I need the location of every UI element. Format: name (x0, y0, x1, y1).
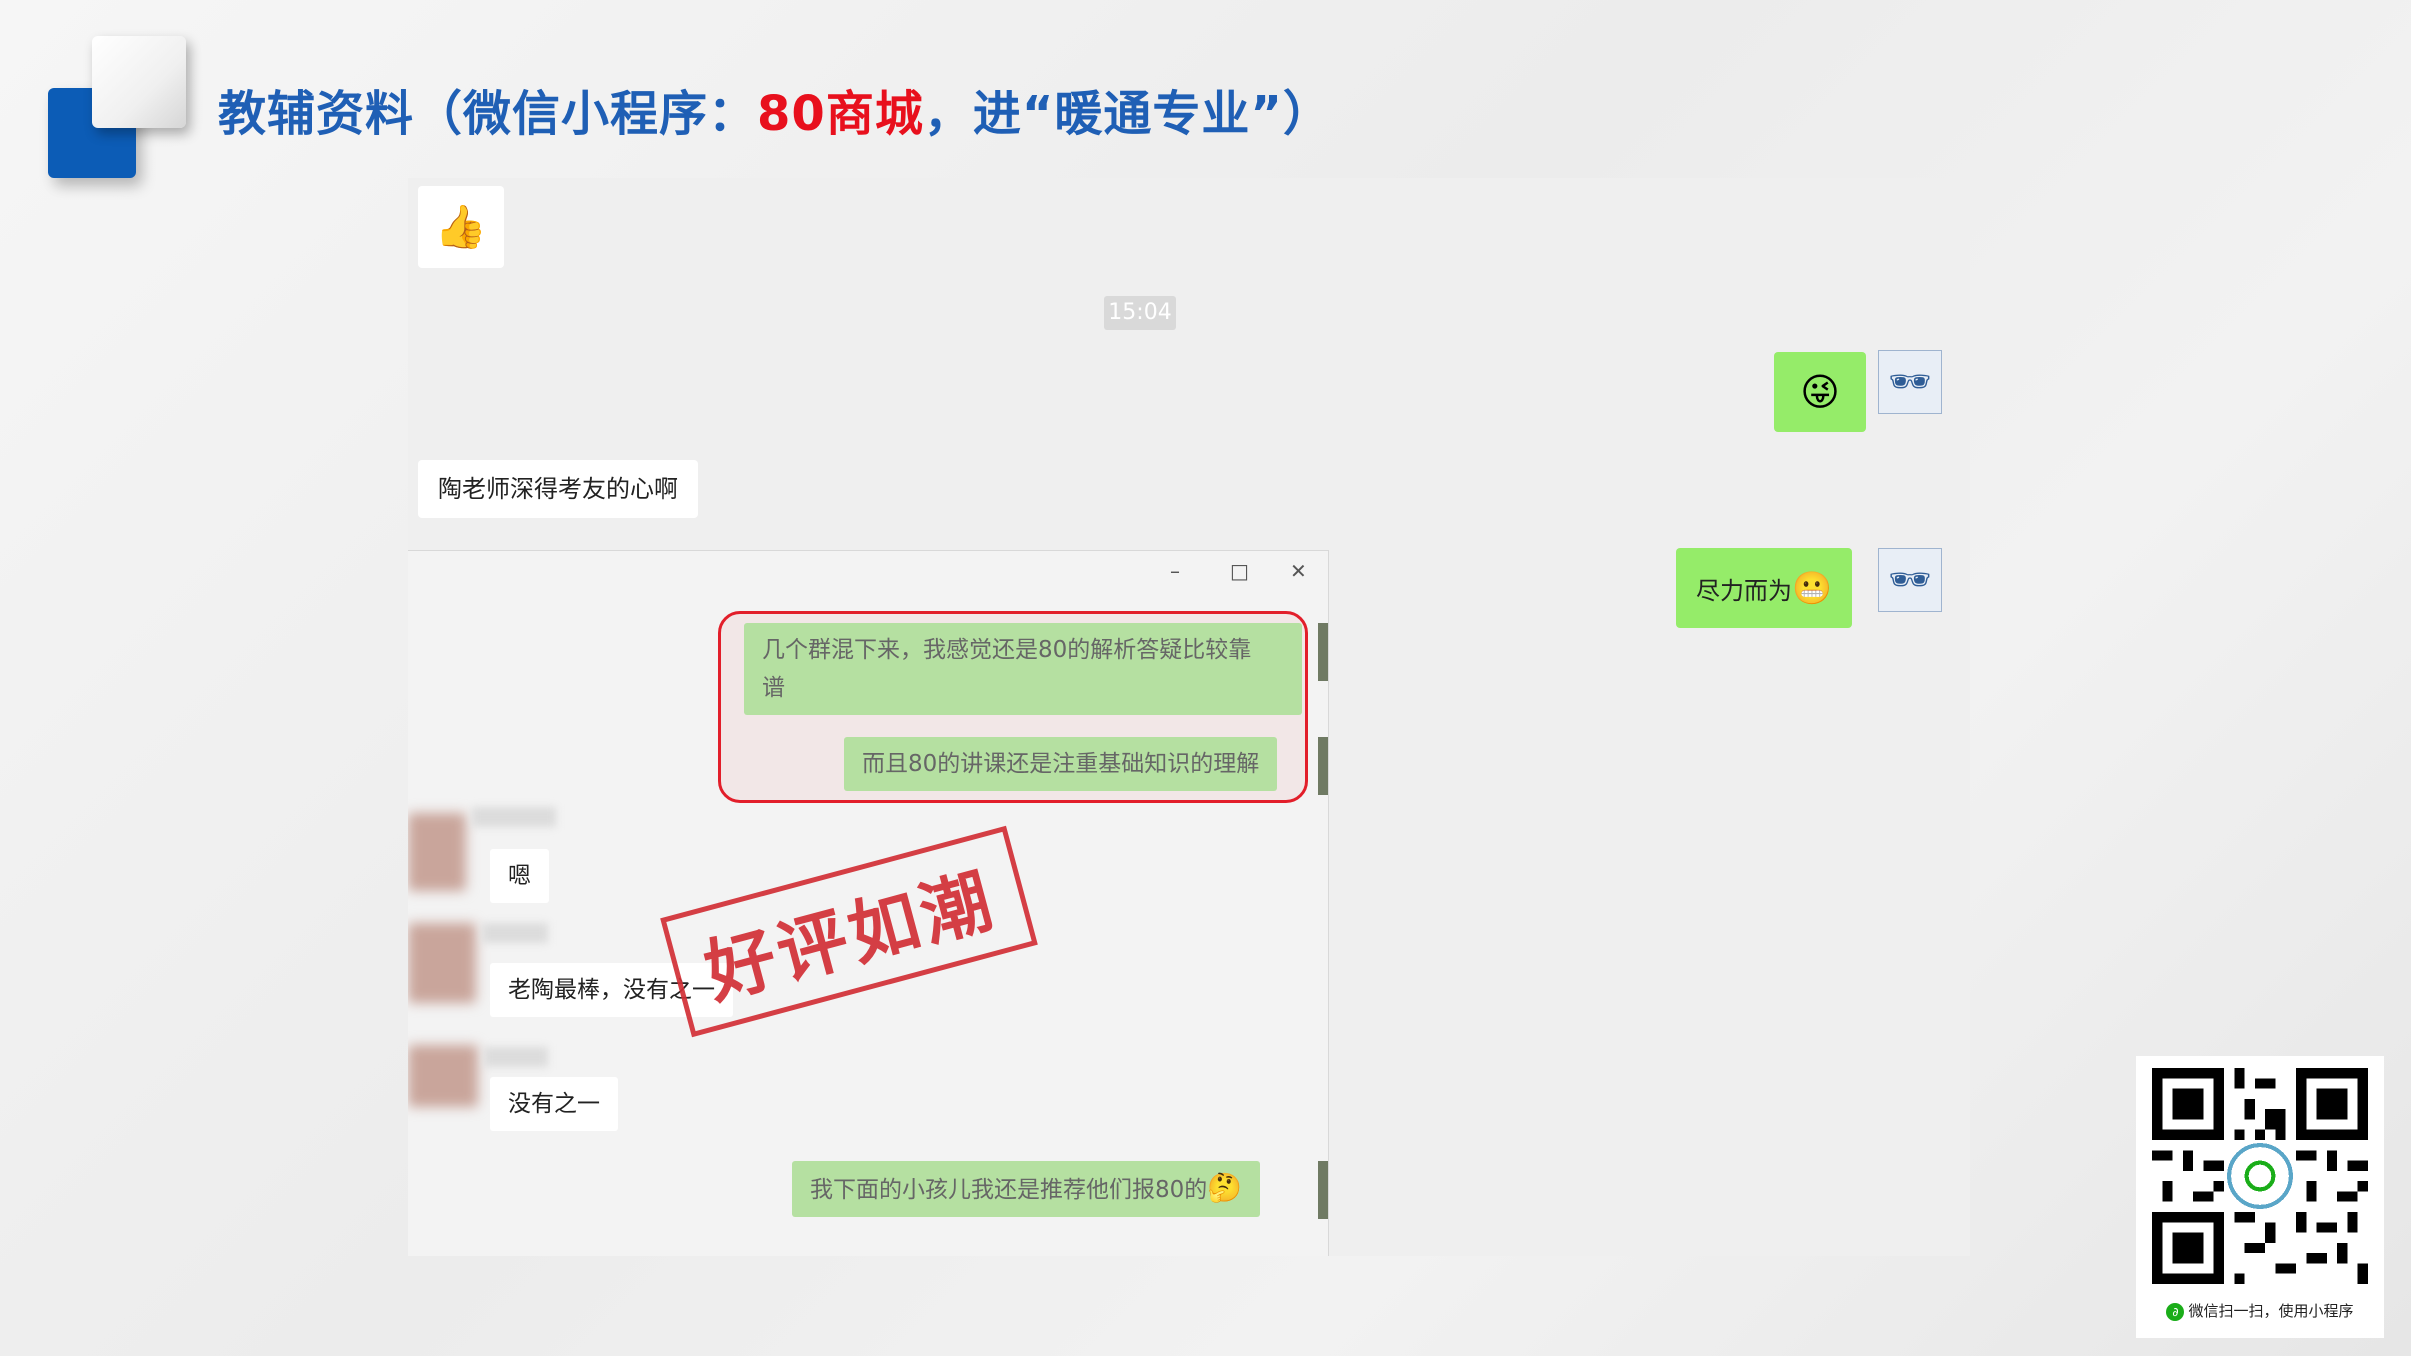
blurred-name-1 (472, 807, 556, 827)
thinking-emoji-icon: 🤔 (1207, 1171, 1243, 1204)
blurred-avatar-2 (408, 923, 476, 1003)
message-marker (1318, 623, 1328, 681)
my-emoji-message: 😜 (1774, 352, 1866, 432)
my-avatar[interactable]: 🕶 (1878, 350, 1942, 414)
inner-white-message-3: 没有之一 (490, 1077, 618, 1131)
maximize-button[interactable]: □ (1230, 559, 1249, 583)
wink-emoji-icon: 😜 (1800, 370, 1840, 414)
inner-white-message-1: 嗯 (490, 849, 549, 903)
grin-emoji-icon: 😬 (1792, 569, 1832, 607)
my-avatar-2[interactable]: 🕶 (1878, 548, 1942, 612)
blurred-name-3 (484, 1047, 548, 1067)
blurred-name-2 (482, 923, 548, 943)
message-marker (1318, 1161, 1328, 1219)
title-highlight: 80商城 (757, 86, 924, 142)
message-me-2: 尽力而为😬 (1676, 548, 1852, 628)
qr-caption: ∂ 微信扫一扫，使用小程序 (2136, 1300, 2384, 1321)
title-part2: ，进“暖通专业”） (923, 86, 1332, 142)
mini-program-qr[interactable]: ∂ 微信扫一扫，使用小程序 (2136, 1056, 2384, 1338)
avatar-icon-2: 🕶 (1888, 560, 1932, 600)
logo-white-square (92, 36, 186, 128)
minimize-button[interactable]: – (1170, 559, 1180, 583)
inner-green-message-1: 几个群混下来，我感觉还是80的解析答疑比较靠 谱 (744, 623, 1302, 715)
thumbs-up-message: 👍 (418, 186, 504, 268)
inner-green-message-1-line1: 几个群混下来，我感觉还是80的解析答疑比较靠 (762, 637, 1252, 663)
inner-green-message-3-text: 我下面的小孩儿我还是推荐他们报80的 (810, 1177, 1208, 1203)
mini-program-icon: ∂ (2166, 1302, 2185, 1321)
chat-screenshot: 👍 15:04 😜 🕶 陶老师深得考友的心啊 尽力而为😬 🕶 – □ ✕ 几个群… (408, 178, 1970, 1256)
message-me-2-text: 尽力而为 (1696, 577, 1792, 605)
message-timestamp: 15:04 (1104, 296, 1176, 330)
inner-green-message-3: 我下面的小孩儿我还是推荐他们报80的🤔 (792, 1161, 1261, 1217)
header-logo (48, 36, 188, 181)
thumbs-up-icon: 👍 (434, 202, 488, 251)
page-title: 教辅资料（微信小程序：80商城，进“暖通专业”） (218, 74, 1332, 144)
blurred-avatar-3 (408, 1045, 478, 1107)
inner-green-message-1-line2: 谱 (762, 675, 785, 701)
title-part1: 教辅资料（微信小程序： (218, 86, 758, 142)
avatar-icon: 🕶 (1888, 362, 1932, 402)
close-button[interactable]: ✕ (1290, 559, 1307, 583)
qr-code-icon (2152, 1068, 2368, 1284)
qr-caption-text: 微信扫一扫，使用小程序 (2188, 1302, 2354, 1320)
blurred-avatar-1 (408, 813, 466, 891)
message-other-1: 陶老师深得考友的心啊 (418, 460, 698, 518)
inner-green-message-2: 而且80的讲课还是注重基础知识的理解 (844, 737, 1278, 791)
message-marker (1318, 737, 1328, 795)
